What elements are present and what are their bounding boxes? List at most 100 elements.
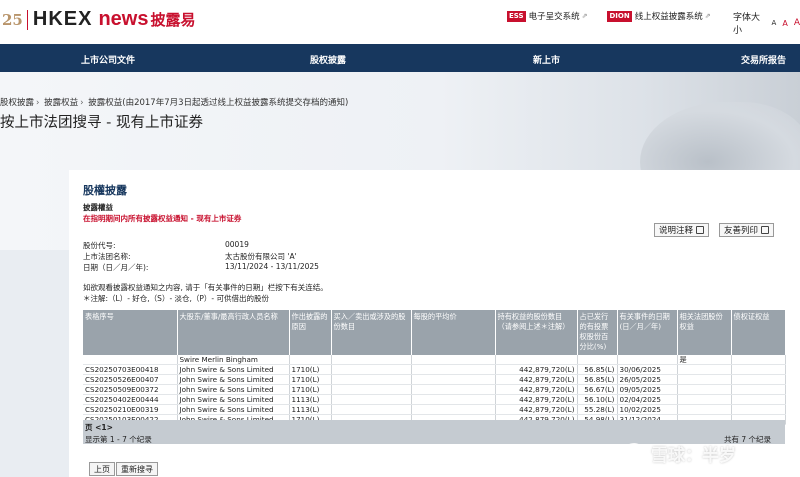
section-title: 股權披露: [83, 184, 127, 197]
cell-debenture: [731, 394, 786, 405]
cell-date[interactable]: 02/04/2025: [617, 394, 678, 405]
table-row: CS20250526E00407 John Swire & Sons Limit…: [83, 374, 786, 385]
cell-debenture: [731, 384, 786, 395]
cell-name: John Swire & Sons Limited: [177, 394, 290, 405]
cell-price: [411, 355, 496, 365]
col-event-date: 有关事件的日期(日／月／年): [617, 310, 678, 355]
cell-form[interactable]: CS20250509E00372: [83, 384, 178, 395]
nav-disclosure-of-interests[interactable]: 股权披露: [310, 53, 346, 66]
font-large-button[interactable]: A: [794, 18, 800, 28]
showing-records: 显示第 1 - 7 个纪录: [85, 435, 152, 444]
table-row: CS20250402E00444 John Swire & Sons Limit…: [83, 394, 786, 405]
print-friendly-label: 友善列印: [724, 226, 759, 236]
help-notes-button[interactable]: 说明注释: [654, 223, 710, 237]
breadcrumb-item[interactable]: 披露权益: [44, 98, 78, 108]
table-row: CS20250703E00418 John Swire & Sons Limit…: [83, 364, 786, 375]
cell-reason: 1113(L): [289, 404, 332, 415]
col-shares-held: 持有权益的股份数目（请参阅上述＊注解）: [495, 310, 578, 355]
cell-pct: 56.85(L): [577, 364, 618, 375]
breadcrumb-item[interactable]: 股权披露: [0, 98, 34, 108]
logo-news: news: [98, 8, 149, 30]
cell-reason: 1710(L): [289, 384, 332, 395]
logo-cn: 披露易: [150, 11, 196, 29]
ess-link[interactable]: ESS 电子呈交系统 ⇗: [507, 10, 587, 22]
table-header-row: 表格序号 大股东/董事/最高行政人员名称 作出披露的原因 买入／卖出或涉及的股份…: [83, 310, 786, 355]
cell-pct: 56.67(L): [577, 384, 618, 395]
help-notes-label: 说明注释: [659, 226, 694, 236]
nav-exchange-reports[interactable]: 交易所报告: [741, 53, 786, 66]
font-small-button[interactable]: A: [772, 19, 777, 27]
cell-form[interactable]: CS20250210E00319: [83, 404, 178, 415]
page-indicator[interactable]: 页 <1>: [85, 422, 113, 433]
cell-date[interactable]: 30/06/2025: [617, 364, 678, 375]
sub-title: 披露權益: [83, 203, 113, 212]
cell-debenture: [731, 404, 786, 415]
top-bar: 25 HKEX news 披露易 ESS 电子呈交系统 ⇗ DION 线上权益披…: [0, 0, 800, 44]
cell-name: Swire Merlin Bingham: [177, 355, 290, 365]
cell-form: [83, 355, 178, 365]
cell-name: John Swire & Sons Limited: [177, 404, 290, 415]
cell-pct: 55.28(L): [577, 404, 618, 415]
content-panel: 股權披露 披露權益 在指明期间内所有披露权益通知 - 现有上市证券 说明注释 友…: [69, 170, 800, 477]
cell-pct: 56.10(L): [577, 394, 618, 405]
font-medium-button[interactable]: A: [782, 19, 787, 28]
breadcrumb-item: 披露权益(由2017年7月3日起透过线上权益披露系统提交存档的通知): [88, 98, 349, 108]
table-row: CS20250210E00319 John Swire & Sons Limit…: [83, 404, 786, 415]
cell-traded: [331, 384, 412, 395]
cell-name: John Swire & Sons Limited: [177, 384, 290, 395]
new-search-button[interactable]: 重新搜寻: [116, 462, 158, 476]
dion-label: 线上权益披露系统: [634, 12, 703, 22]
cell-form[interactable]: CS20250703E00418: [83, 364, 178, 375]
cell-reason: 1710(L): [289, 374, 332, 385]
col-shares-traded: 买入／卖出或涉及的股份数目: [331, 310, 412, 355]
nav-new-listings[interactable]: 新上市: [533, 53, 560, 66]
col-debenture-interest: 债权证权益: [731, 310, 786, 355]
cell-related: 是: [677, 355, 732, 365]
cell-form[interactable]: CS20250526E00407: [83, 374, 178, 385]
nav-listed-company-docs[interactable]: 上市公司文件: [81, 53, 135, 66]
watermark-text: 雪球：半岁: [651, 446, 736, 466]
cell-traded: [331, 374, 412, 385]
top-links: ESS 电子呈交系统 ⇗ DION 线上权益披露系统 ⇗: [507, 10, 731, 22]
col-related-interest: 相关法团股份权益: [677, 310, 732, 355]
col-avg-price: 每股的平均价: [411, 310, 496, 355]
cell-related: [677, 394, 732, 405]
dion-link[interactable]: DION 线上权益披露系统 ⇗: [607, 10, 711, 22]
company-name-value: 太古股份有限公司 'A': [225, 252, 297, 261]
cell-reason: 1113(L): [289, 394, 332, 405]
cell-shares: 442,879,720(L): [495, 384, 578, 395]
instruction-note: 如欲观看披露权益通知之内容, 请于「有关事件的日期」栏按下有关连结。: [83, 283, 328, 292]
table-row: CS20250509E00372 John Swire & Sons Limit…: [83, 384, 786, 395]
cell-name: John Swire & Sons Limited: [177, 364, 290, 375]
cell-reason: 1710(L): [289, 364, 332, 375]
font-size-control: 字体大小 A A A: [733, 10, 800, 36]
logo-hkex: HKEX: [32, 8, 93, 30]
hkex-news-logo[interactable]: 25 HKEX news 披露易: [2, 8, 196, 31]
cell-date[interactable]: 26/05/2025: [617, 374, 678, 385]
stock-code-label: 股份代号:: [83, 241, 116, 250]
cell-traded: [331, 394, 412, 405]
cell-shares: [495, 355, 578, 365]
snowball-logo-icon: [623, 442, 645, 465]
cell-form[interactable]: CS20250402E00444: [83, 394, 178, 405]
cell-date[interactable]: 10/02/2025: [617, 404, 678, 415]
previous-page-button[interactable]: 上页: [89, 462, 115, 476]
date-range-label: 日期（日／月／年):: [83, 263, 149, 272]
col-reason: 作出披露的原因: [289, 310, 332, 355]
cell-traded: [331, 355, 412, 365]
cell-price: [411, 364, 496, 375]
breadcrumb: 股权披露 › 披露权益 › 披露权益(由2017年7月3日起透过线上权益披露系统提交…: [0, 98, 349, 108]
cell-date[interactable]: 09/05/2025: [617, 384, 678, 395]
col-percentage: 占已发行的有投票权股份百分比(%): [577, 310, 618, 355]
cell-price: [411, 374, 496, 385]
cell-pct: 56.85(L): [577, 374, 618, 385]
printer-icon: [761, 226, 770, 234]
col-form-no: 表格序号: [83, 310, 178, 355]
date-range-value: 13/11/2024 - 13/11/2025: [225, 262, 319, 271]
stock-code-value: 00019: [225, 240, 249, 249]
cell-debenture: [731, 364, 786, 375]
sub-title-red: 在指明期间内所有披露权益通知 - 现有上市证券: [83, 214, 242, 223]
cell-date: [617, 355, 678, 365]
print-friendly-button[interactable]: 友善列印: [719, 223, 775, 237]
cell-shares: 442,879,720(L): [495, 394, 578, 405]
